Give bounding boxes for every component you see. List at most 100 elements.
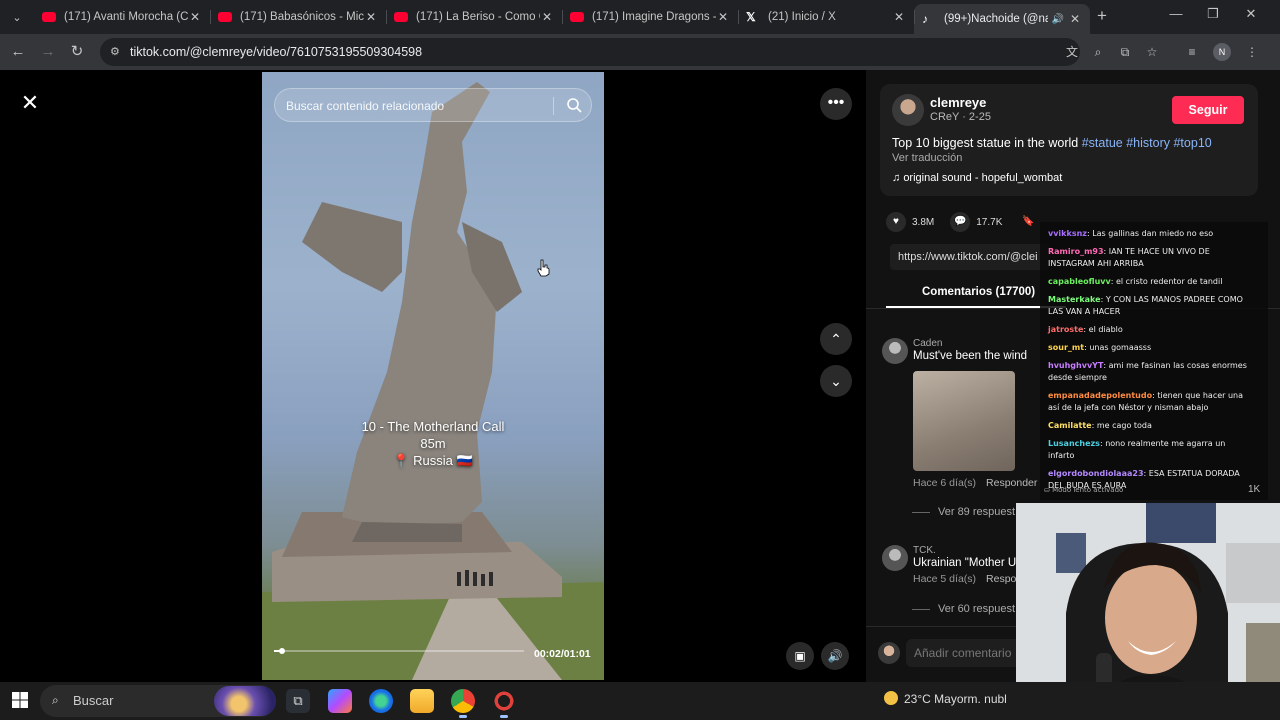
commenter-name[interactable]: TCK.: [913, 545, 936, 556]
chat-message: vvikksnz: Las gallinas dan miedo no eso: [1048, 228, 1248, 240]
media-queue-icon[interactable]: ≡: [1184, 44, 1200, 60]
sound-link[interactable]: ♫ original sound - hopeful_wombat: [892, 172, 1062, 184]
tab-title: (171) Babasónicos - Micro: [240, 11, 364, 23]
url-text[interactable]: tiktok.com/@clemreye/video/7610753195509…: [130, 45, 422, 59]
previous-video-icon[interactable]: ⌃: [820, 323, 852, 355]
zoom-icon[interactable]: ⌕: [1090, 44, 1106, 60]
chat-text: unas gomaasss: [1089, 343, 1152, 352]
browser-tab[interactable]: (171) Imagine Dragons - R ✕: [562, 4, 738, 30]
comment-image[interactable]: [913, 371, 1015, 471]
chrome-icon[interactable]: [451, 689, 475, 718]
close-tab-icon[interactable]: ✕: [1068, 12, 1082, 26]
floating-player-icon[interactable]: ▣: [786, 642, 814, 670]
close-tab-icon[interactable]: ✕: [716, 10, 730, 24]
close-tab-icon[interactable]: ✕: [364, 10, 378, 24]
commenter-avatar[interactable]: [882, 338, 908, 364]
post-stats: ♥ 3.8M 💬 17.7K 🔖: [886, 212, 1060, 232]
taskbar-search[interactable]: ⌕ Buscar: [40, 685, 276, 717]
chat-message: sour_mt: unas gomaasss: [1048, 342, 1248, 354]
browser-tab[interactable]: (171) Avanti Morocha (CAE ✕: [34, 4, 210, 30]
install-app-icon[interactable]: ⧉: [1117, 44, 1133, 60]
reload-icon[interactable]: ↻: [67, 42, 87, 62]
close-window-icon[interactable]: ✕: [1241, 6, 1261, 22]
menu-kebab-icon[interactable]: ⋮: [1244, 44, 1260, 60]
video-player[interactable]: Buscar contenido relacionado 10 - The Mo…: [262, 72, 604, 680]
chat-username: sour_mt: [1048, 343, 1085, 352]
address-bar[interactable]: ⚙ tiktok.com/@clemreye/video/76107531955…: [100, 38, 1080, 66]
chat-text: el cristo redentor de tandil: [1115, 277, 1223, 286]
hashtag-link[interactable]: #statue: [1082, 136, 1123, 150]
profile-avatar[interactable]: N: [1213, 43, 1231, 61]
comment-meta: Hace 6 día(s) Responder: [913, 477, 1037, 489]
browser-toolbar: ← → ↻ ⚙ tiktok.com/@clemreye/video/76107…: [0, 34, 1280, 70]
file-explorer-icon[interactable]: [410, 689, 434, 713]
see-translation-link[interactable]: Ver traducción: [892, 152, 962, 164]
author-subline: CReY · 2-25: [930, 111, 991, 123]
comment-text: Ukrainian "Mother U: [913, 557, 1017, 569]
commenter-name[interactable]: Caden: [913, 338, 942, 349]
author-avatar[interactable]: [892, 94, 924, 126]
chat-message: Masterkake: Y CON LAS MANOS PADREE COMO …: [1048, 294, 1248, 318]
tab-search-chevron-icon[interactable]: ⌄: [6, 6, 28, 28]
my-avatar: [878, 642, 900, 664]
tab-title: (171) La Beriso - Como Ol: [416, 11, 540, 23]
browser-tab[interactable]: (171) Babasónicos - Micro ✕: [210, 4, 386, 30]
restore-icon[interactable]: ❐: [1203, 6, 1223, 22]
close-tab-icon[interactable]: ✕: [188, 10, 202, 24]
related-search-input[interactable]: Buscar contenido relacionado: [274, 88, 592, 122]
close-video-icon[interactable]: ✕: [18, 91, 42, 115]
new-tab-button[interactable]: +: [1092, 6, 1112, 26]
copilot-icon[interactable]: [328, 689, 352, 713]
weather-widget[interactable]: 23°C Mayorm. nubl: [884, 691, 1007, 706]
chat-message: empanadadepolentudo: tienen que hacer un…: [1048, 390, 1248, 414]
chat-message: jatroste: el diablo: [1048, 324, 1248, 336]
more-options-icon[interactable]: •••: [820, 88, 852, 120]
tab-comments[interactable]: Comentarios (17700): [922, 286, 1035, 298]
search-divider: [553, 97, 554, 115]
close-tab-icon[interactable]: ✕: [540, 10, 554, 24]
browser-tab[interactable]: 𝕏 (21) Inicio / X ✕: [738, 4, 914, 30]
video-progress-bar[interactable]: [274, 648, 524, 654]
chat-message: Ramiro_m93: IAN TE HACE UN VIVO DE INSTA…: [1048, 246, 1248, 270]
hashtag-link[interactable]: #top10: [1173, 136, 1211, 150]
view-replies-link[interactable]: Ver 60 respuest: [912, 603, 1015, 615]
post-description: Top 10 biggest statue in the world #stat…: [892, 136, 1212, 150]
browser-tab[interactable]: (171) La Beriso - Como Ol ✕: [386, 4, 562, 30]
author-username[interactable]: clemreye: [930, 95, 986, 110]
translate-icon[interactable]: 文: [1064, 44, 1080, 60]
chat-text: me cago toda: [1096, 421, 1152, 430]
browser-tab-active[interactable]: ♪ (99+)Nachoide (@nach 🔊 ✕: [914, 4, 1090, 34]
commenter-avatar[interactable]: [882, 545, 908, 571]
back-icon[interactable]: ←: [8, 42, 28, 62]
site-info-icon[interactable]: ⚙: [110, 45, 124, 59]
tab-title: (171) Avanti Morocha (CAE: [64, 11, 188, 23]
chat-username: Ramiro_m93: [1048, 247, 1104, 256]
comment-icon: 💬: [950, 212, 971, 232]
volume-icon[interactable]: 🔊: [821, 642, 849, 670]
chat-message: Lusanchezs: nono realmente me agarra un …: [1048, 438, 1248, 462]
reply-link[interactable]: Responder: [986, 477, 1037, 489]
hashtag-link[interactable]: #history: [1126, 136, 1170, 150]
bookmark-star-icon[interactable]: ☆: [1144, 44, 1160, 60]
active-tab-underline: [886, 306, 1066, 308]
next-video-icon[interactable]: ⌄: [820, 365, 852, 397]
speaker-icon[interactable]: 🔊: [1052, 14, 1064, 25]
search-icon: ⌕: [52, 693, 59, 707]
like-button[interactable]: ♥ 3.8M: [886, 212, 934, 232]
caption-location: 📍 Russia 🇷🇺: [393, 453, 473, 468]
task-view-icon[interactable]: ⧉: [286, 689, 310, 713]
edge-icon[interactable]: [369, 689, 393, 713]
windows-start-icon[interactable]: [12, 692, 28, 708]
tab-title: (99+)Nachoide (@nach: [944, 13, 1048, 25]
search-icon[interactable]: [565, 96, 583, 114]
search-highlight-image: [214, 686, 276, 716]
follow-button[interactable]: Seguir: [1172, 96, 1244, 124]
share-url-field[interactable]: https://www.tiktok.com/@clei: [890, 244, 1050, 270]
chat-username: vvikksnz: [1048, 229, 1087, 238]
close-tab-icon[interactable]: ✕: [892, 10, 906, 24]
obs-icon[interactable]: [492, 689, 516, 718]
forward-icon[interactable]: →: [38, 42, 58, 62]
minimize-icon[interactable]: —: [1166, 6, 1186, 21]
view-replies-link[interactable]: Ver 89 respuest: [912, 506, 1015, 518]
comment-button[interactable]: 💬 17.7K: [950, 212, 1002, 232]
